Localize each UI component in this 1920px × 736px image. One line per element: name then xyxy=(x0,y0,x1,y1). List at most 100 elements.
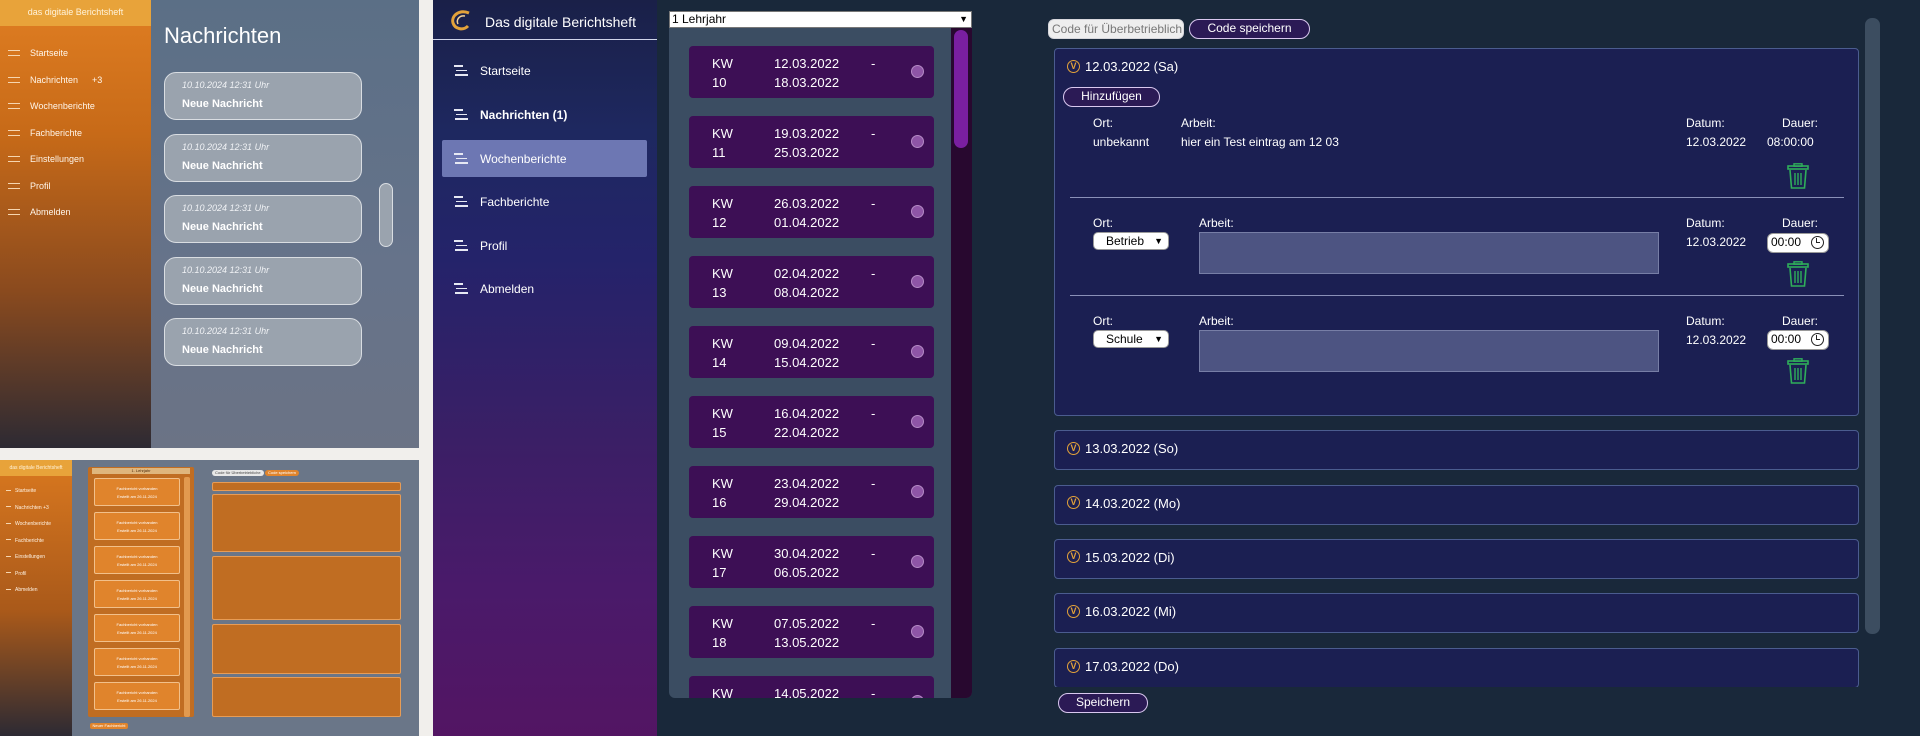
fachbericht-list: 1. Lehrjahr Fachbericht vorhanden Erstell… xyxy=(88,467,194,717)
sidebar-item-abmelden[interactable]: Abmelden xyxy=(442,270,647,307)
fachbericht-card[interactable]: Fachbericht vorhanden Erstellt am 26.11.2… xyxy=(94,580,180,608)
entry-dauer: 08:00:00 xyxy=(1767,135,1814,149)
trash-icon[interactable] xyxy=(1786,358,1810,385)
unread-badge: +3 xyxy=(92,74,103,85)
year-select[interactable]: 1 Lehrjahr ▼ xyxy=(669,11,972,28)
sidebar-item-abmelden[interactable]: Abmelden xyxy=(0,199,151,226)
entry-datum: 12.03.2022 xyxy=(1686,333,1747,347)
entry-datum: 12.03.2022 xyxy=(1686,235,1747,249)
fachbericht-card[interactable]: Fachbericht vorhanden Erstellt am 26.11.2… xyxy=(94,682,180,710)
sidebar-item-startseite[interactable]: Startseite xyxy=(0,40,151,67)
add-entry-button[interactable]: Hinzufügen xyxy=(1063,87,1160,107)
message-card[interactable]: 10.10.2024 12:31 Uhr Neue Nachricht xyxy=(164,72,362,120)
trash-icon[interactable] xyxy=(1786,261,1810,288)
fachbericht-card[interactable]: Fachbericht vorhanden Erstellt am 26.11.2… xyxy=(94,512,180,540)
sidebar: das digitale Berichtsheft Startseite Nac… xyxy=(0,460,72,736)
year-select[interactable]: 1. Lehrjahr xyxy=(92,468,190,474)
ort-select[interactable]: Betrieb ▼ xyxy=(1093,232,1169,250)
message-card[interactable]: 10.10.2024 12:31 Uhr Neue Nachricht xyxy=(164,318,362,366)
day-title: 14.03.2022 (Mo) xyxy=(1085,496,1181,511)
list-clip xyxy=(1048,687,1868,736)
code-input[interactable]: Code für Überbetriebliche xyxy=(212,470,264,476)
page-title: Nachrichten xyxy=(164,23,282,48)
menu-icon xyxy=(6,522,11,526)
day-row[interactable] xyxy=(212,482,401,491)
day-block xyxy=(212,677,401,717)
fachbericht-card[interactable]: Fachbericht vorhanden Erstellt am 26.11.2… xyxy=(94,614,180,642)
day-title: 12.03.2022 (Sa) xyxy=(1085,59,1179,74)
menu-icon xyxy=(454,109,468,120)
expand-icon[interactable]: V xyxy=(1067,496,1080,509)
scrollbar[interactable] xyxy=(184,477,190,717)
scrollbar[interactable] xyxy=(1865,18,1880,634)
brand-title: das digitale Berichtsheft xyxy=(0,460,72,476)
fachbericht-card[interactable]: Fachbericht vorhanden Erstellt am 26.11.2… xyxy=(94,546,180,574)
sidebar-item-fachberichte[interactable]: Fachberichte xyxy=(0,533,72,550)
message-card[interactable]: 10.10.2024 12:31 Uhr Neue Nachricht xyxy=(164,134,362,182)
week-card[interactable]: KW 13 02.04.2022 08.04.2022- xyxy=(689,256,934,308)
chevron-down-icon: ▼ xyxy=(1154,236,1163,246)
menu-icon xyxy=(8,156,20,163)
week-card[interactable]: KW 10 12.03.2022 18.03.2022- xyxy=(689,46,934,98)
sidebar-item-nachrichten[interactable]: Nachrichten +3 xyxy=(0,500,72,517)
scrollbar[interactable] xyxy=(379,183,393,247)
week-card[interactable]: KW 14.05.2022- xyxy=(689,676,934,698)
fachbericht-card[interactable]: Fachbericht vorhanden Erstellt am 26.11.2… xyxy=(94,478,180,506)
composite-screenshot: das digitale Berichtsheft Startseite Nac… xyxy=(0,0,1920,736)
datum-label: Datum: xyxy=(1686,216,1725,230)
day-block xyxy=(212,494,401,552)
sidebar-item-fachberichte[interactable]: Fachberichte xyxy=(0,120,151,147)
status-dot xyxy=(911,65,924,78)
expand-icon[interactable]: V xyxy=(1067,550,1080,563)
arbeit-label: Arbeit: xyxy=(1199,216,1234,230)
message-card[interactable]: 10.10.2024 12:31 Uhr Neue Nachricht xyxy=(164,195,362,243)
sidebar-item-nachrichten[interactable]: Nachrichten +3 xyxy=(0,67,151,94)
dauer-time-input[interactable]: 00:00 xyxy=(1767,233,1829,253)
brand-title: Das digitale Berichtsheft xyxy=(485,14,636,30)
sidebar-item-wochenberichte[interactable]: Wochenberichte xyxy=(442,140,647,177)
menu-icon xyxy=(6,588,11,592)
sidebar-item-einstellungen[interactable]: Einstellungen xyxy=(0,146,151,173)
arbeit-textarea[interactable] xyxy=(1199,232,1659,274)
trash-icon[interactable] xyxy=(1786,163,1810,190)
message-card[interactable]: 10.10.2024 12:31 Uhr Neue Nachricht xyxy=(164,257,362,305)
day-row[interactable] xyxy=(1054,539,1859,579)
sidebar-item-fachberichte[interactable]: Fachberichte xyxy=(442,183,647,220)
sidebar-item-startseite[interactable]: Startseite xyxy=(0,483,72,500)
week-card[interactable]: KW 15 16.04.2022 22.04.2022- xyxy=(689,396,934,448)
expand-icon[interactable]: V xyxy=(1067,605,1080,618)
week-card[interactable]: KW 11 19.03.2022 25.03.2022- xyxy=(689,116,934,168)
sidebar-item-wochenberichte[interactable]: Wochenberichte xyxy=(0,516,72,533)
code-input[interactable]: Code für Überbetrieblich xyxy=(1048,19,1184,39)
scrollbar-thumb[interactable] xyxy=(954,30,968,148)
week-card[interactable]: KW 16 23.04.2022 29.04.2022- xyxy=(689,466,934,518)
expand-icon[interactable]: V xyxy=(1067,60,1080,73)
expand-icon[interactable]: V xyxy=(1067,660,1080,673)
sidebar-item-profil[interactable]: Profil xyxy=(0,173,151,200)
sidebar-item-nachrichten[interactable]: Nachrichten (1) xyxy=(442,96,647,133)
status-dot xyxy=(911,135,924,148)
ort-select[interactable]: Schule ▼ xyxy=(1093,330,1169,348)
ort-label: Ort: xyxy=(1093,314,1113,328)
sidebar-item-abmelden[interactable]: Abmelden xyxy=(0,582,72,599)
arbeit-textarea[interactable] xyxy=(1199,330,1659,372)
sidebar-item-einstellungen[interactable]: Einstellungen xyxy=(0,549,72,566)
sidebar-item-profil[interactable]: Profil xyxy=(0,566,72,583)
dauer-label: Dauer: xyxy=(1782,116,1819,130)
new-fachbericht-button[interactable]: Neuer Fachbericht xyxy=(90,723,128,729)
code-save-button[interactable]: Code speichern xyxy=(265,470,300,476)
expand-icon[interactable]: V xyxy=(1067,442,1080,455)
week-card[interactable]: KW 18 07.05.2022 13.05.2022- xyxy=(689,606,934,658)
save-button[interactable]: Speichern xyxy=(1058,693,1148,713)
week-card[interactable]: KW 14 09.04.2022 15.04.2022- xyxy=(689,326,934,378)
menu-icon xyxy=(6,489,11,493)
sidebar-item-profil[interactable]: Profil xyxy=(442,227,647,264)
week-card[interactable]: KW 17 30.04.2022 06.05.2022- xyxy=(689,536,934,588)
status-dot xyxy=(911,345,924,358)
sidebar-item-wochenberichte[interactable]: Wochenberichte xyxy=(0,93,151,120)
code-save-button[interactable]: Code speichern xyxy=(1189,19,1310,39)
sidebar-item-startseite[interactable]: Startseite xyxy=(442,52,647,89)
week-card[interactable]: KW 12 26.03.2022 01.04.2022- xyxy=(689,186,934,238)
dauer-time-input[interactable]: 00:00 xyxy=(1767,330,1829,350)
fachbericht-card[interactable]: Fachbericht vorhanden Erstellt am 26.11.2… xyxy=(94,648,180,676)
